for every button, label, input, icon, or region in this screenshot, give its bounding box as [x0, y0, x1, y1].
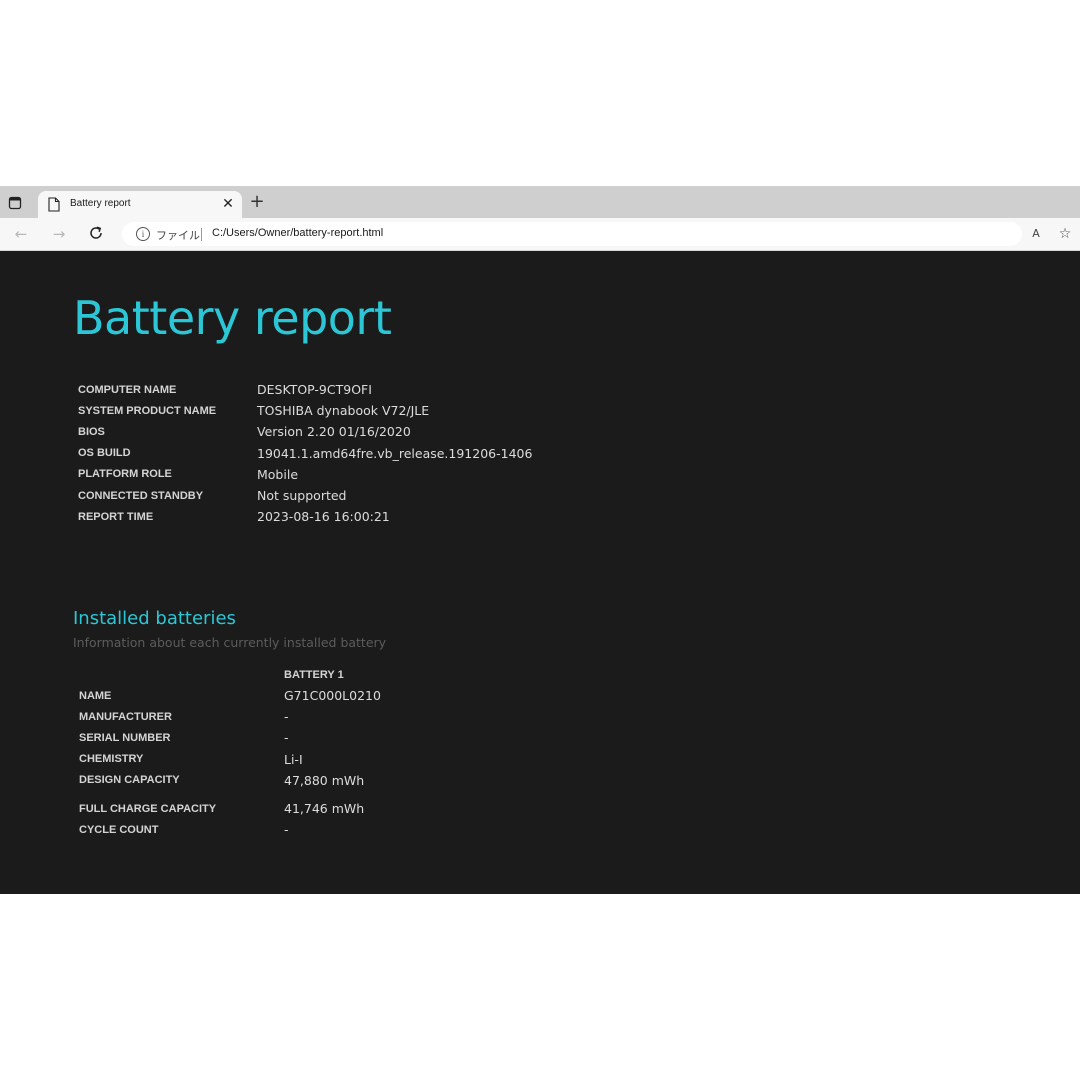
- tab-close-button[interactable]: ✕: [220, 196, 236, 212]
- tab-actions-button[interactable]: [8, 195, 22, 210]
- page-icon: [48, 197, 60, 212]
- table-row: PLATFORM ROLE Mobile: [78, 464, 532, 485]
- table-row: SERIAL NUMBER -: [79, 727, 381, 748]
- tab-bar: Battery report ✕ +: [0, 186, 1080, 218]
- row-value: Li-I: [284, 751, 303, 767]
- page-title: Battery report: [73, 291, 392, 345]
- table-row: SYSTEM PRODUCT NAME TOSHIBA dynabook V72…: [78, 400, 532, 421]
- table-row: CONNECTED STANDBY Not supported: [78, 485, 532, 506]
- table-row: CHEMISTRY Li-I: [79, 749, 381, 770]
- row-spacer: [79, 791, 381, 798]
- row-label: CHEMISTRY: [79, 753, 144, 766]
- row-label: SERIAL NUMBER: [79, 731, 171, 744]
- table-row: CYCLE COUNT -: [79, 819, 381, 840]
- section-title-installed-batteries: Installed batteries: [73, 608, 236, 629]
- tab-title: Battery report: [70, 198, 131, 209]
- row-label: DESIGN CAPACITY: [79, 774, 180, 787]
- row-value: -: [284, 730, 289, 746]
- row-label: SYSTEM PRODUCT NAME: [78, 404, 217, 417]
- row-label: PLATFORM ROLE: [78, 468, 172, 481]
- reload-icon: [90, 226, 102, 239]
- row-label: CONNECTED STANDBY: [78, 489, 204, 502]
- row-label: COMPUTER NAME: [78, 383, 177, 396]
- row-label: FULL CHARGE CAPACITY: [79, 802, 217, 815]
- row-value: Mobile: [257, 466, 299, 482]
- system-info-table: COMPUTER NAME DESKTOP-9CT9OFI SYSTEM PRO…: [78, 379, 532, 527]
- row-value: G71C000L0210: [284, 688, 381, 704]
- row-value: DESKTOP-9CT9OFI: [257, 382, 372, 398]
- read-aloud-button[interactable]: A: [1027, 225, 1045, 243]
- row-value: -: [284, 709, 289, 725]
- row-value: 2023-08-16 16:00:21: [257, 509, 390, 525]
- row-label: MANUFACTURER: [79, 710, 172, 723]
- back-button[interactable]: ←: [12, 225, 30, 243]
- table-row: NAME G71C000L0210: [79, 685, 381, 706]
- row-label: NAME: [79, 689, 112, 702]
- address-bar[interactable]: i ファイル C:/Users/Owner/battery-report.htm…: [122, 222, 1022, 246]
- new-tab-button[interactable]: +: [248, 193, 266, 211]
- address-divider: [201, 228, 202, 241]
- tab-actions-icon: [8, 196, 22, 210]
- arrow-right-icon: →: [52, 225, 66, 243]
- reload-button[interactable]: [87, 225, 105, 243]
- battery-column-header: BATTERY 1: [284, 669, 344, 681]
- tab-battery-report[interactable]: Battery report ✕: [38, 191, 242, 218]
- table-row: DESIGN CAPACITY 47,880 mWh: [79, 770, 381, 791]
- report-content: Battery report COMPUTER NAME DESKTOP-9CT…: [0, 251, 1080, 894]
- table-row: REPORT TIME 2023-08-16 16:00:21: [78, 506, 532, 527]
- row-label: REPORT TIME: [78, 510, 154, 523]
- row-value: -: [284, 822, 289, 838]
- table-row: BIOS Version 2.20 01/16/2020: [78, 421, 532, 442]
- section-subtitle: Information about each currently install…: [73, 635, 387, 650]
- installed-batteries-table: NAME G71C000L0210 MANUFACTURER - SERIAL …: [79, 685, 381, 840]
- row-value: Not supported: [257, 488, 347, 504]
- close-icon: ✕: [222, 196, 234, 212]
- forward-button[interactable]: →: [50, 225, 68, 243]
- browser-window: Battery report ✕ + ← → i ファイル C:/Users/O…: [0, 186, 1080, 894]
- row-label: CYCLE COUNT: [79, 823, 159, 836]
- row-value: TOSHIBA dynabook V72/JLE: [257, 403, 430, 419]
- read-aloud-icon: A: [1032, 227, 1040, 240]
- info-icon[interactable]: i: [136, 227, 150, 241]
- row-value: 47,880 mWh: [284, 772, 365, 788]
- star-icon: ☆: [1058, 226, 1072, 242]
- scheme-label: ファイル: [156, 229, 200, 242]
- add-favorite-button[interactable]: ☆: [1056, 225, 1074, 243]
- row-label: BIOS: [78, 425, 105, 438]
- navigation-toolbar: ← → i ファイル C:/Users/Owner/battery-report…: [0, 218, 1080, 251]
- row-value: 41,746 mWh: [284, 801, 365, 817]
- plus-icon: +: [249, 191, 265, 212]
- table-row: FULL CHARGE CAPACITY 41,746 mWh: [79, 798, 381, 819]
- table-row: COMPUTER NAME DESKTOP-9CT9OFI: [78, 379, 532, 400]
- url-text[interactable]: C:/Users/Owner/battery-report.html: [212, 227, 383, 239]
- table-row: MANUFACTURER -: [79, 706, 381, 727]
- row-value: 19041.1.amd64fre.vb_release.191206-1406: [257, 445, 533, 461]
- table-row: OS BUILD 19041.1.amd64fre.vb_release.191…: [78, 443, 532, 464]
- row-label: OS BUILD: [78, 447, 131, 460]
- arrow-left-icon: ←: [14, 225, 28, 243]
- row-value: Version 2.20 01/16/2020: [257, 424, 411, 440]
